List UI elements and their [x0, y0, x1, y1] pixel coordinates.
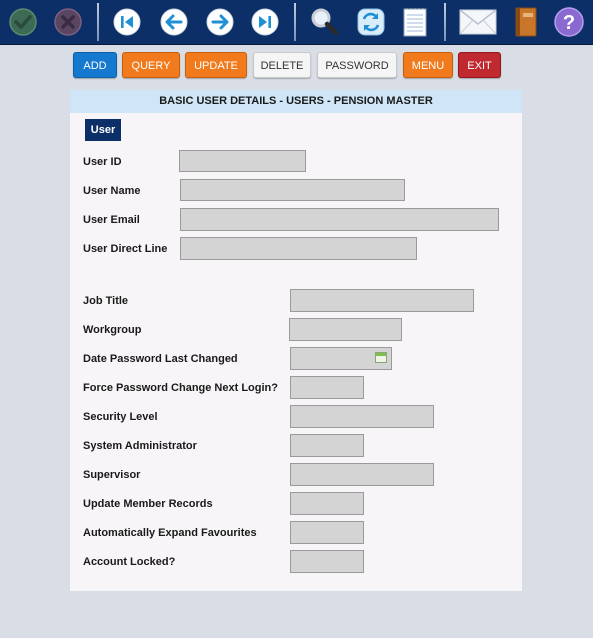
user-details-panel: BASIC USER DETAILS - USERS - PENSION MAS… [70, 90, 522, 591]
confirm-icon[interactable] [6, 5, 40, 39]
account-locked-input[interactable] [290, 550, 364, 573]
update-member-records-input[interactable] [290, 492, 364, 515]
supervisor-label: Supervisor [83, 469, 141, 481]
account-locked-label: Account Locked? [83, 556, 176, 568]
force-password-change-label: Force Password Change Next Login? [83, 382, 278, 394]
date-password-last-changed-label: Date Password Last Changed [83, 353, 238, 365]
help-glyph: ? [563, 12, 575, 34]
user-id-label: User ID [83, 156, 122, 168]
next-record-icon[interactable] [203, 5, 237, 39]
force-password-change-input[interactable] [290, 376, 364, 399]
toolbar-separator [444, 3, 446, 41]
job-title-label: Job Title [83, 295, 129, 307]
password-button[interactable]: PASSWORD [317, 52, 397, 78]
user-email-label: User Email [83, 214, 140, 226]
supervisor-input[interactable] [290, 463, 434, 486]
toolbar: ? [0, 0, 593, 45]
job-title-input[interactable] [290, 289, 474, 312]
auto-expand-favourites-input[interactable] [290, 521, 364, 544]
cancel-icon[interactable] [51, 5, 85, 39]
user-direct-line-input[interactable] [180, 237, 417, 260]
exit-button[interactable]: EXIT [458, 52, 501, 78]
mail-icon[interactable] [458, 5, 498, 39]
user-name-label: User Name [83, 185, 141, 197]
menu-button[interactable]: MENU [403, 52, 453, 78]
help-icon[interactable]: ? [552, 5, 586, 39]
address-book-icon[interactable] [508, 5, 542, 39]
security-level-input[interactable] [290, 405, 434, 428]
add-button[interactable]: ADD [73, 52, 117, 78]
calendar-icon[interactable] [375, 352, 387, 363]
workgroup-label: Workgroup [83, 324, 142, 336]
workgroup-input[interactable] [289, 318, 402, 341]
delete-button[interactable]: DELETE [253, 52, 311, 78]
previous-record-icon[interactable] [157, 5, 191, 39]
query-button[interactable]: QUERY [122, 52, 180, 78]
panel-title: BASIC USER DETAILS - USERS - PENSION MAS… [70, 90, 522, 113]
update-button[interactable]: UPDATE [185, 52, 247, 78]
system-administrator-label: System Administrator [83, 440, 197, 452]
tab-user[interactable]: User [85, 119, 121, 141]
update-member-records-label: Update Member Records [83, 498, 213, 510]
user-direct-line-label: User Direct Line [83, 243, 168, 255]
notepad-icon[interactable] [398, 5, 432, 39]
search-icon[interactable] [307, 5, 341, 39]
user-id-input[interactable] [179, 150, 306, 172]
refresh-icon[interactable] [354, 5, 388, 39]
toolbar-separator [97, 3, 99, 41]
last-record-icon[interactable] [248, 5, 282, 39]
security-level-label: Security Level [83, 411, 158, 423]
user-email-input[interactable] [180, 208, 499, 231]
auto-expand-favourites-label: Automatically Expand Favourites [83, 527, 257, 539]
user-name-input[interactable] [180, 179, 405, 201]
toolbar-separator [294, 3, 296, 41]
system-administrator-input[interactable] [290, 434, 364, 457]
first-record-icon[interactable] [110, 5, 144, 39]
